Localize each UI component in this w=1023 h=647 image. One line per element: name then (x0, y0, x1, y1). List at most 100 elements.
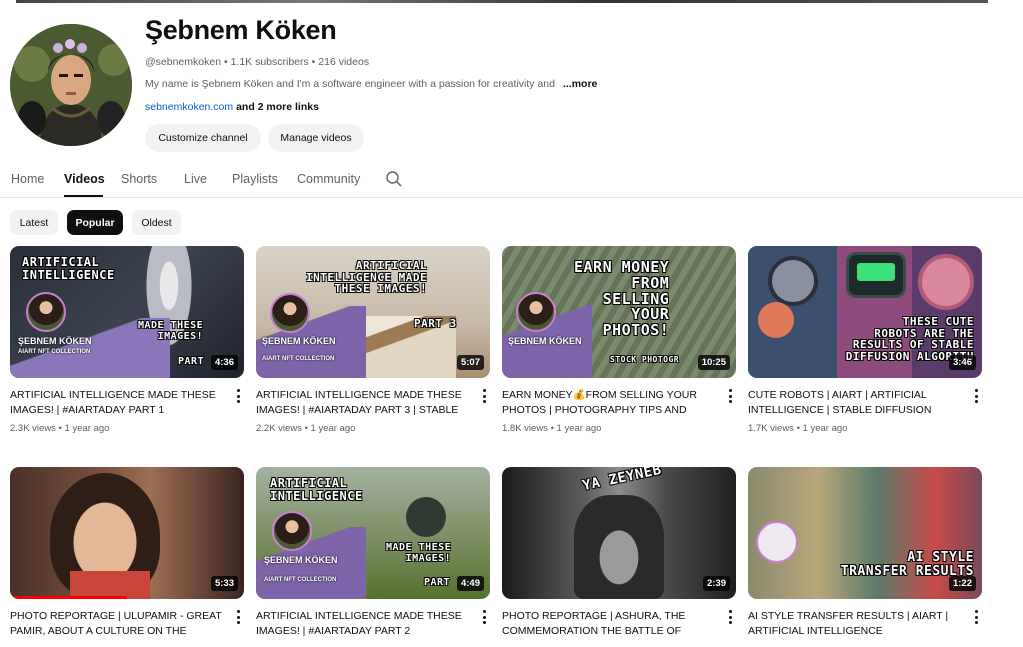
thumbnail-text: MADE THESE IMAGES! (138, 320, 204, 342)
thumbnail-text: AI STYLE TRANSFER RESULTS (840, 550, 974, 579)
robot-screen (846, 252, 906, 298)
active-tab-indicator (64, 195, 103, 197)
channel-description[interactable]: My name is Şebnem Köken and I'm a softwa… (145, 78, 597, 90)
video-views: 2.3K views (10, 423, 56, 434)
video-title[interactable]: CUTE ROBOTS | AIART | ARTIFICIAL INTELLI… (748, 388, 962, 418)
thumbnail-brand: ŞEBNEM KÖKEN (18, 336, 92, 346)
video-thumbnail[interactable]: YA ZEYNEB 2:39 (502, 467, 736, 599)
more-vertical-icon[interactable] (728, 610, 732, 624)
chip-oldest[interactable]: Oldest (132, 210, 181, 235)
chip-popular[interactable]: Popular (67, 210, 123, 235)
more-vertical-icon[interactable] (482, 610, 486, 624)
subscriber-count: 1.1K subscribers (230, 56, 309, 68)
thumbnail-avatar (516, 292, 556, 332)
video-duration: 10:25 (697, 355, 730, 370)
more-vertical-icon[interactable] (236, 389, 240, 403)
video-title[interactable]: PHOTO REPORTAGE | ASHURA, THE COMMEMORAT… (502, 609, 716, 639)
thumbnail-text: YA ZEYNEB (581, 467, 664, 495)
tab-playlists[interactable]: Playlists (232, 172, 278, 186)
thumbnail-subtitle: AIART NFT COLLECTION (264, 577, 337, 583)
video-title[interactable]: AI STYLE TRANSFER RESULTS | AIART | ARTI… (748, 609, 962, 639)
banner-strip (16, 0, 988, 3)
thumbnail-brand: ŞEBNEM KÖKEN (262, 336, 336, 346)
description-more-link[interactable]: ...more (563, 78, 597, 90)
more-links-link[interactable]: and 2 more links (236, 101, 319, 113)
video-thumbnail[interactable]: 5:33 (10, 467, 244, 599)
more-vertical-icon[interactable] (236, 610, 240, 624)
video-duration: 4:49 (456, 576, 484, 591)
more-vertical-icon[interactable] (974, 389, 978, 403)
video-duration: 2:39 (702, 576, 730, 591)
video-duration: 4:36 (210, 355, 238, 370)
video-meta: 1.7K views • 1 year ago (748, 423, 848, 434)
thumbnail-subtitle: AIART NFT COLLECTION (18, 349, 91, 355)
channel-links: sebnemkoken.com and 2 more links (145, 101, 319, 113)
thumbnail-text: PART (424, 577, 451, 588)
video-views: 1.8K views (502, 423, 548, 434)
more-vertical-icon[interactable] (482, 389, 486, 403)
thumbnail-brand: ŞEBNEM KÖKEN (508, 336, 582, 346)
thumbnail-text: EARN MONEY FROM SELLING YOUR PHOTOS! (574, 258, 670, 339)
channel-handle: @sebnemkoken (145, 56, 222, 68)
tab-community[interactable]: Community (297, 172, 360, 186)
robot-head (918, 254, 974, 310)
thumbnail-avatar (272, 511, 312, 551)
channel-tabs: Home Videos Shorts Live Playlists Commun… (0, 160, 1023, 198)
video-duration: 5:07 (456, 355, 484, 370)
video-duration: 3:46 (948, 355, 976, 370)
clothing (70, 571, 150, 599)
channel-avatar[interactable] (10, 24, 132, 146)
thumbnail-text: PART (178, 356, 205, 367)
video-thumbnail[interactable]: ARTIFICIAL INTELLIGENCE MADE THESE IMAGE… (256, 246, 490, 378)
video-title[interactable]: ARTIFICIAL INTELLIGENCE MADE THESE IMAGE… (256, 609, 470, 639)
video-duration: 1:22 (948, 576, 976, 591)
video-title[interactable]: EARN MONEY💰FROM SELLING YOUR PHOTOS | PH… (502, 388, 716, 418)
description-text: My name is Şebnem Köken and I'm a softwa… (145, 78, 555, 90)
thumbnail-text: PART 3 (414, 317, 457, 330)
hooded-figure (574, 495, 664, 599)
customize-channel-button[interactable]: Customize channel (145, 124, 261, 152)
video-thumbnail[interactable]: THESE CUTE ROBOTS ARE THE RESULTS OF STA… (748, 246, 982, 378)
video-views: 1.7K views (748, 423, 794, 434)
video-title[interactable]: ARTIFICIAL INTELLIGENCE MADE THESE IMAGE… (10, 388, 224, 418)
video-views: 2.2K views (256, 423, 302, 434)
tab-videos[interactable]: Videos (64, 172, 105, 186)
meta-separator: • (308, 56, 319, 68)
channel-meta: @sebnemkoken • 1.1K subscribers • 216 vi… (145, 56, 369, 68)
more-vertical-icon[interactable] (974, 610, 978, 624)
tripod-machine (406, 497, 446, 537)
channel-name: Şebnem Köken (145, 15, 337, 45)
video-thumbnail[interactable]: AI STYLE TRANSFER RESULTS 1:22 (748, 467, 982, 599)
video-meta: 2.2K views • 1 year ago (256, 423, 356, 434)
video-title[interactable]: PHOTO REPORTAGE | ULUPAMIR - GREAT PAMIR… (10, 609, 224, 639)
chip-latest[interactable]: Latest (10, 210, 58, 235)
video-age: 1 year ago (802, 423, 848, 434)
video-title[interactable]: ARTIFICIAL INTELLIGENCE MADE THESE IMAGE… (256, 388, 470, 418)
tab-live[interactable]: Live (184, 172, 207, 186)
thumbnail-avatar (270, 293, 310, 333)
tab-home[interactable]: Home (11, 172, 44, 186)
video-thumbnail[interactable]: ARTIFICIAL INTELLIGENCE MADE THESE IMAGE… (256, 467, 490, 599)
thumbnail-subtitle: AIART NFT COLLECTION (262, 356, 335, 362)
channel-website-link[interactable]: sebnemkoken.com (145, 101, 233, 113)
thumbnail-avatar (26, 292, 66, 332)
avatar-portrait (10, 24, 132, 146)
more-vertical-icon[interactable] (728, 389, 732, 403)
search-icon[interactable] (385, 170, 403, 188)
tab-shorts[interactable]: Shorts (121, 172, 157, 186)
thumbnail-text: ARTIFICIAL INTELLIGENCE (22, 255, 115, 282)
video-duration: 5:33 (210, 576, 238, 591)
robot-head (768, 256, 818, 306)
watch-progress-bar (10, 596, 127, 599)
thumbnail-text: STOCK PHOTOGR (610, 355, 680, 364)
thumbnail-text: ARTIFICIAL INTELLIGENCE (270, 476, 363, 503)
video-age: 1 year ago (310, 423, 356, 434)
video-meta: 1.8K views • 1 year ago (502, 423, 602, 434)
manage-videos-button[interactable]: Manage videos (268, 124, 364, 152)
video-age: 1 year ago (64, 423, 110, 434)
thumbnail-brand: ŞEBNEM KÖKEN (264, 555, 338, 565)
video-thumbnail[interactable]: ARTIFICIAL INTELLIGENCE MADE THESE IMAGE… (10, 246, 244, 378)
video-thumbnail[interactable]: EARN MONEY FROM SELLING YOUR PHOTOS! STO… (502, 246, 736, 378)
thumbnail-text: ARTIFICIAL INTELLIGENCE MADE THESE IMAGE… (306, 259, 428, 296)
video-age: 1 year ago (556, 423, 602, 434)
